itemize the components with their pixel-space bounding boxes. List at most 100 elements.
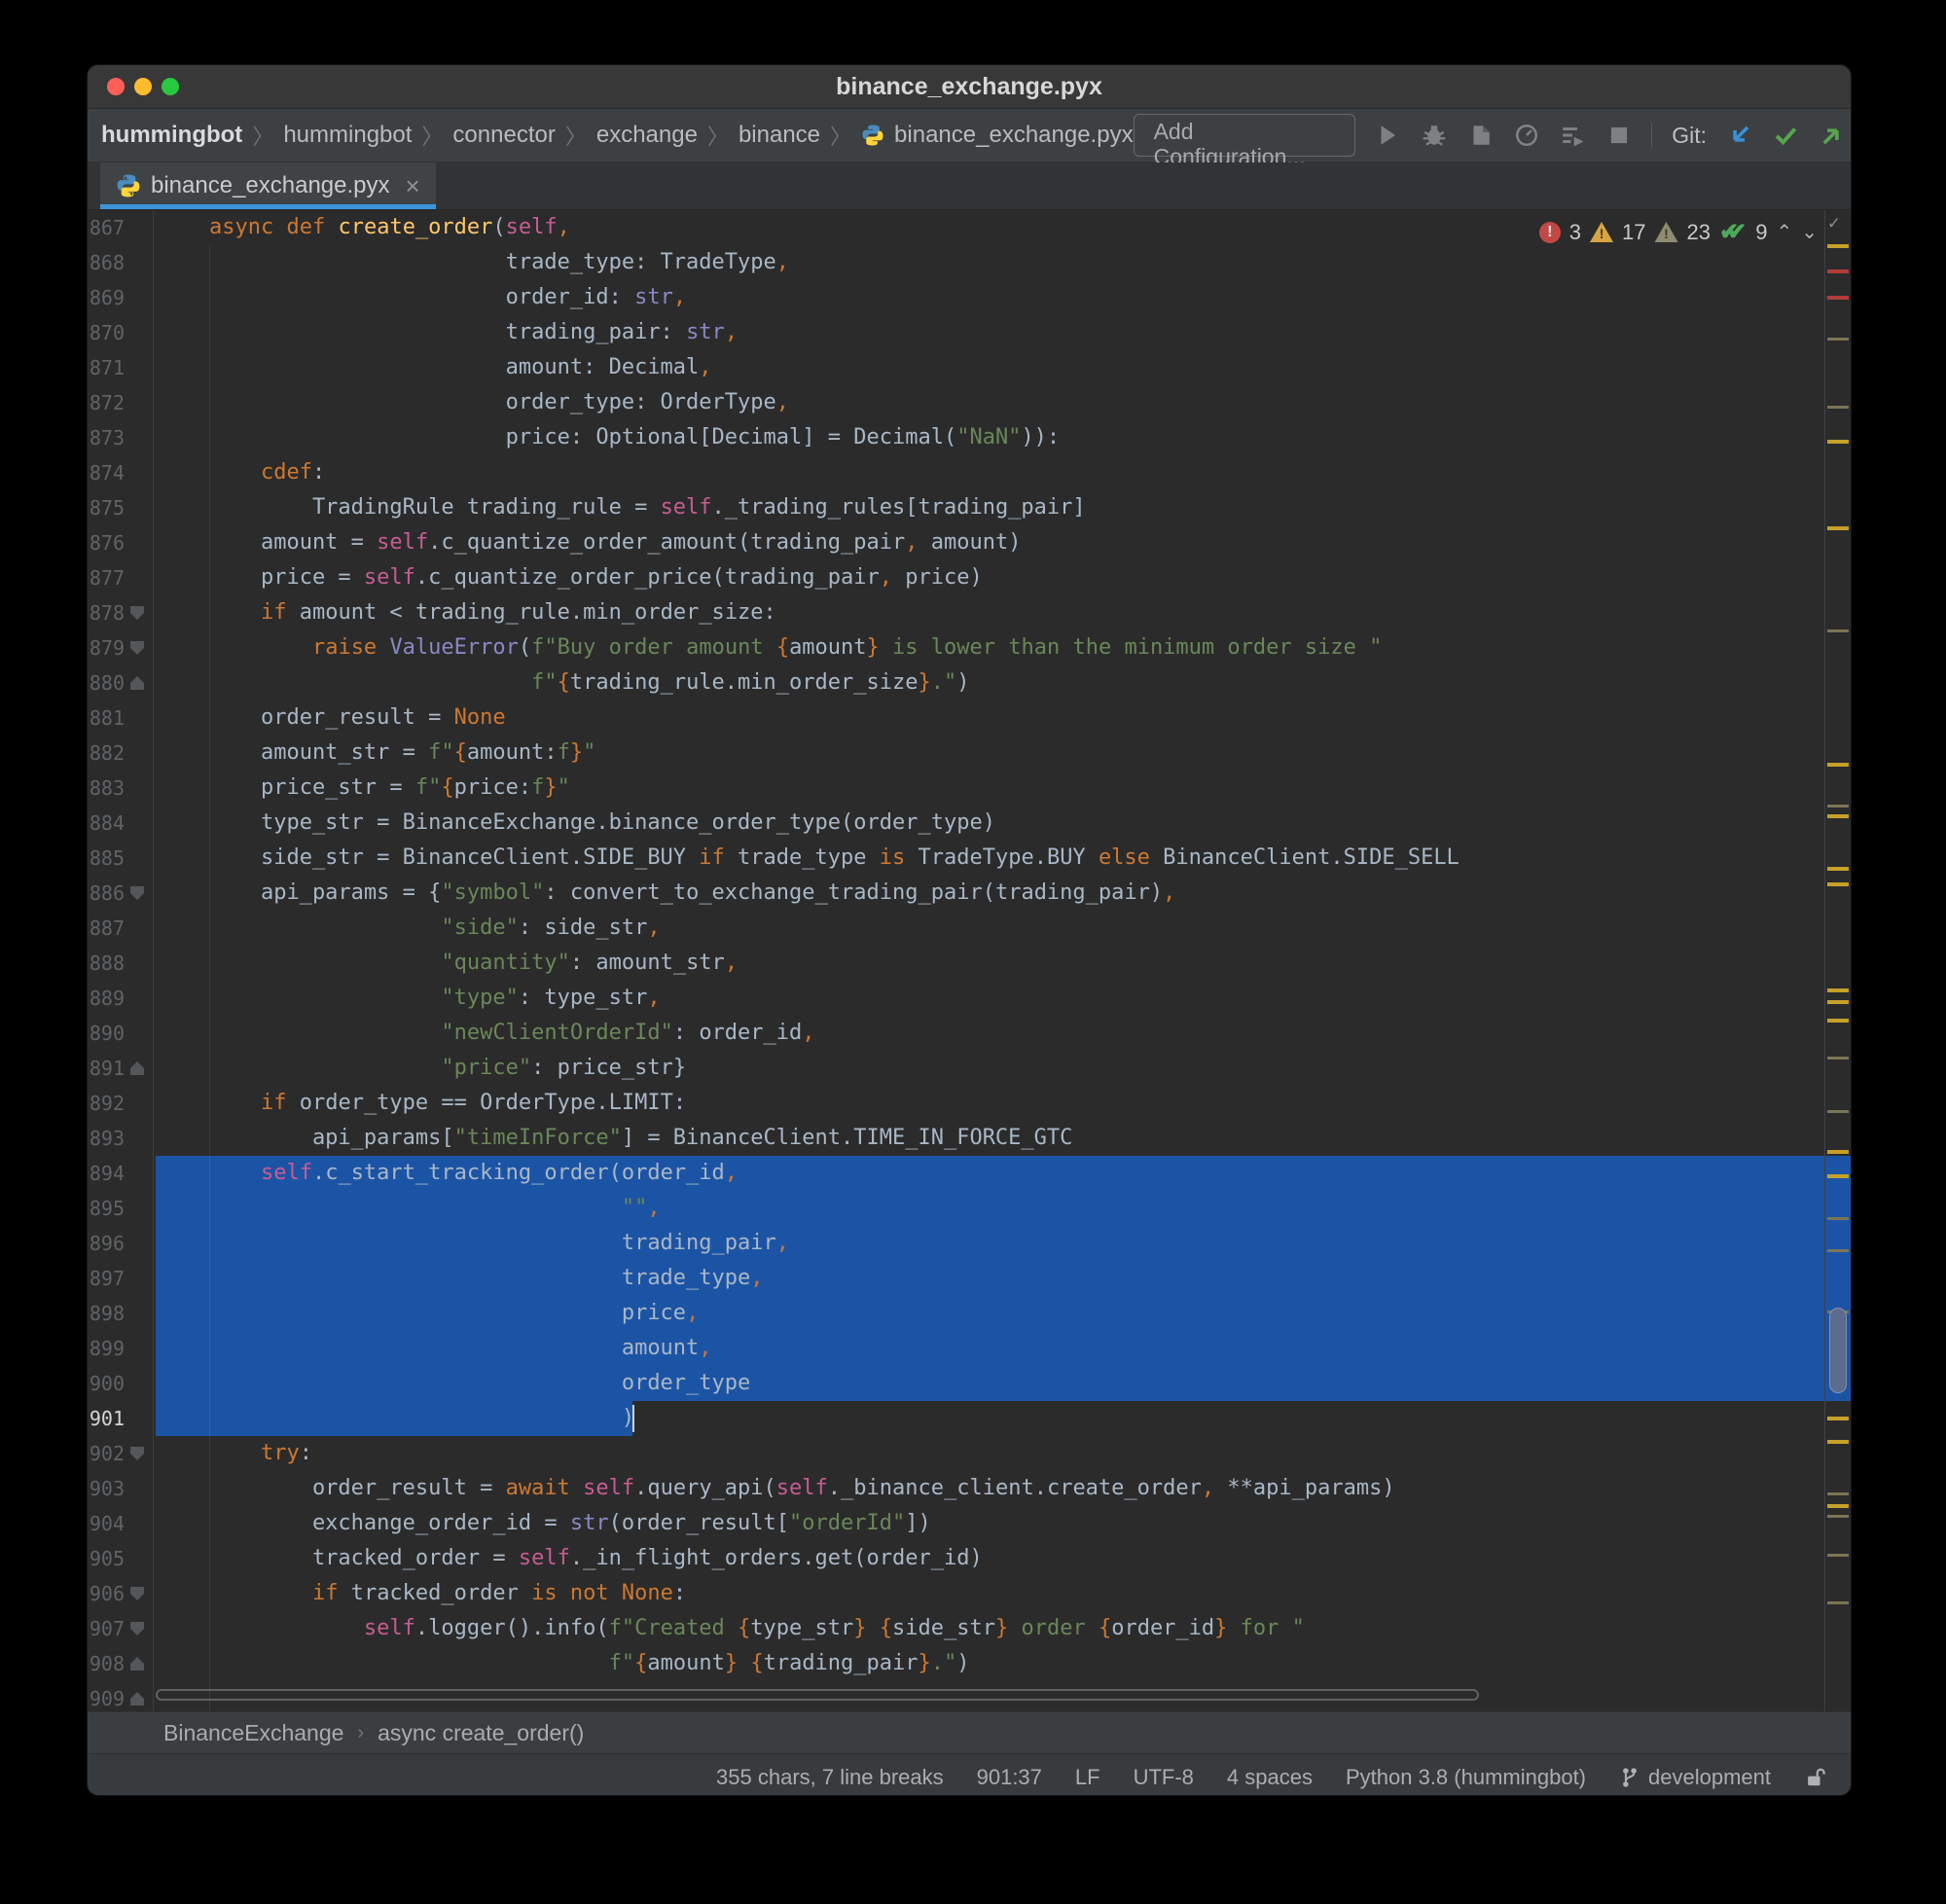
line-number[interactable]: 887 xyxy=(88,911,125,946)
git-update-button[interactable] xyxy=(1726,121,1752,150)
code-line[interactable]: "side": side_str, xyxy=(158,911,661,946)
line-number[interactable]: 872 xyxy=(88,385,125,420)
status-item[interactable]: 4 spaces xyxy=(1227,1765,1313,1790)
code-line[interactable]: trade_type: TradeType, xyxy=(158,245,789,280)
line-number[interactable]: 892 xyxy=(88,1086,125,1121)
line-number[interactable]: 889 xyxy=(88,981,125,1016)
bottom-breadcrumb-item[interactable]: async create_order() xyxy=(378,1720,584,1746)
line-number[interactable]: 877 xyxy=(88,560,125,595)
code-line[interactable]: order_type: OrderType, xyxy=(158,385,789,420)
status-item[interactable]: Python 3.8 (hummingbot) xyxy=(1346,1765,1586,1790)
code-line[interactable]: "quantity": amount_str, xyxy=(158,946,738,981)
code-line[interactable]: price_str = f"{price:f}" xyxy=(158,771,570,806)
code-line[interactable]: f"{trading_rule.min_order_size}.") xyxy=(158,665,969,701)
warning-stripe-mark[interactable] xyxy=(1827,867,1849,871)
warning-stripe-mark[interactable] xyxy=(1827,1000,1849,1004)
fold-end-icon[interactable] xyxy=(130,1692,144,1706)
warning-stripe-mark[interactable] xyxy=(1827,1417,1849,1420)
warning-stripe-mark[interactable] xyxy=(1827,440,1849,444)
line-number[interactable]: 870 xyxy=(88,315,125,350)
debug-button[interactable] xyxy=(1421,121,1447,150)
weak-warning-stripe-mark[interactable] xyxy=(1827,1057,1849,1060)
code-line[interactable]: price: Optional[Decimal] = Decimal("NaN"… xyxy=(158,420,1060,455)
code-line[interactable]: ) xyxy=(158,1401,634,1436)
profiler-button[interactable] xyxy=(1513,121,1539,150)
line-number[interactable]: 869 xyxy=(88,280,125,315)
weak-warning-stripe-mark[interactable] xyxy=(1827,1554,1849,1557)
line-number[interactable]: 888 xyxy=(88,946,125,981)
breadcrumb-item[interactable]: connector xyxy=(452,122,555,149)
line-number[interactable]: 894 xyxy=(88,1156,125,1191)
code-line[interactable]: price, xyxy=(158,1296,699,1331)
gutter-line[interactable]: 873 xyxy=(88,420,153,455)
gutter-line[interactable]: 893 xyxy=(88,1121,153,1156)
code-line[interactable]: api_params = {"symbol": convert_to_excha… xyxy=(158,876,1175,911)
code-line[interactable]: order_result = await self.query_api(self… xyxy=(158,1471,1395,1506)
line-number[interactable]: 886 xyxy=(88,876,125,911)
gutter-line[interactable]: 868 xyxy=(88,245,153,280)
code-line[interactable]: trading_pair, xyxy=(158,1226,789,1261)
fold-end-icon[interactable] xyxy=(130,1061,144,1075)
gutter-line[interactable]: 881 xyxy=(88,701,153,736)
line-number[interactable]: 905 xyxy=(88,1541,125,1576)
status-item[interactable]: 901:37 xyxy=(977,1765,1042,1790)
unlocked-icon[interactable] xyxy=(1804,1766,1825,1789)
gutter-line[interactable]: 901 xyxy=(88,1401,153,1436)
line-number[interactable]: 867 xyxy=(88,210,125,245)
weak-warning-stripe-mark[interactable] xyxy=(1827,805,1849,808)
gutter-line[interactable]: 896 xyxy=(88,1226,153,1261)
line-number[interactable]: 900 xyxy=(88,1366,125,1401)
breadcrumb-item[interactable]: hummingbot xyxy=(101,122,242,149)
gutter-line[interactable]: 869 xyxy=(88,280,153,315)
warning-stripe-mark[interactable] xyxy=(1827,526,1849,530)
weak-warning-stripe-mark[interactable] xyxy=(1827,406,1849,409)
gutter-line[interactable]: 878 xyxy=(88,595,153,630)
code-line[interactable]: amount = self.c_quantize_order_amount(tr… xyxy=(158,525,1021,560)
code-line[interactable]: "price": price_str} xyxy=(158,1051,686,1086)
gutter-line[interactable]: 883 xyxy=(88,771,153,806)
status-item[interactable]: UTF-8 xyxy=(1134,1765,1194,1790)
warning-stripe-mark[interactable] xyxy=(1827,1504,1849,1508)
code-line[interactable]: cdef: xyxy=(158,455,325,490)
line-number[interactable]: 878 xyxy=(88,595,125,630)
gutter-line[interactable]: 906 xyxy=(88,1576,153,1611)
code-line[interactable]: if amount < trading_rule.min_order_size: xyxy=(158,595,776,630)
code-line[interactable]: order_id: str, xyxy=(158,280,686,315)
line-number[interactable]: 885 xyxy=(88,841,125,876)
weak-warning-stripe-mark[interactable] xyxy=(1827,1249,1849,1252)
code-line[interactable]: price = self.c_quantize_order_price(trad… xyxy=(158,560,983,595)
breadcrumb-item-file[interactable]: binance_exchange.pyx xyxy=(894,122,1134,149)
line-number[interactable]: 875 xyxy=(88,490,125,525)
gutter-line[interactable]: 892 xyxy=(88,1086,153,1121)
code-line[interactable]: self.logger().info(f"Created {type_str} … xyxy=(158,1611,1305,1646)
weak-warning-stripe-mark[interactable] xyxy=(1827,1110,1849,1113)
gutter-line[interactable]: 897 xyxy=(88,1261,153,1296)
bottom-breadcrumb-item[interactable]: BinanceExchange xyxy=(163,1720,343,1746)
line-number[interactable]: 899 xyxy=(88,1331,125,1366)
gutter-line[interactable]: 886 xyxy=(88,876,153,911)
inspection-widget[interactable]: ! 3 ! 17 ! 23 ✔✔ 9 ⌃ ⌄ xyxy=(1539,218,1818,246)
gutter-line[interactable]: 907 xyxy=(88,1611,153,1646)
run-button[interactable] xyxy=(1375,121,1401,150)
warning-stripe-mark[interactable] xyxy=(1827,244,1849,248)
gutter-line[interactable]: 885 xyxy=(88,841,153,876)
code-line[interactable]: api_params["timeInForce"] = BinanceClien… xyxy=(158,1121,1072,1156)
gutter-line[interactable]: 884 xyxy=(88,806,153,841)
line-number[interactable]: 868 xyxy=(88,245,125,280)
line-number[interactable]: 882 xyxy=(88,736,125,771)
previous-problem-icon[interactable]: ⌃ xyxy=(1776,220,1792,244)
gutter-line[interactable]: 874 xyxy=(88,455,153,490)
line-number[interactable]: 904 xyxy=(88,1506,125,1541)
weak-warning-stripe-mark[interactable] xyxy=(1827,1601,1849,1604)
gutter-line[interactable]: 899 xyxy=(88,1331,153,1366)
code-line[interactable]: type_str = BinanceExchange.binance_order… xyxy=(158,806,995,841)
weak-warning-stripe-mark[interactable] xyxy=(1827,1217,1849,1220)
line-number[interactable]: 876 xyxy=(88,525,125,560)
line-number[interactable]: 907 xyxy=(88,1611,125,1646)
gutter-line[interactable]: 904 xyxy=(88,1506,153,1541)
warning-stripe-mark[interactable] xyxy=(1827,988,1849,992)
code-line[interactable]: "", xyxy=(158,1191,661,1226)
line-number[interactable]: 908 xyxy=(88,1646,125,1681)
gutter-line[interactable]: 908 xyxy=(88,1646,153,1681)
warning-stripe-mark[interactable] xyxy=(1827,882,1849,886)
